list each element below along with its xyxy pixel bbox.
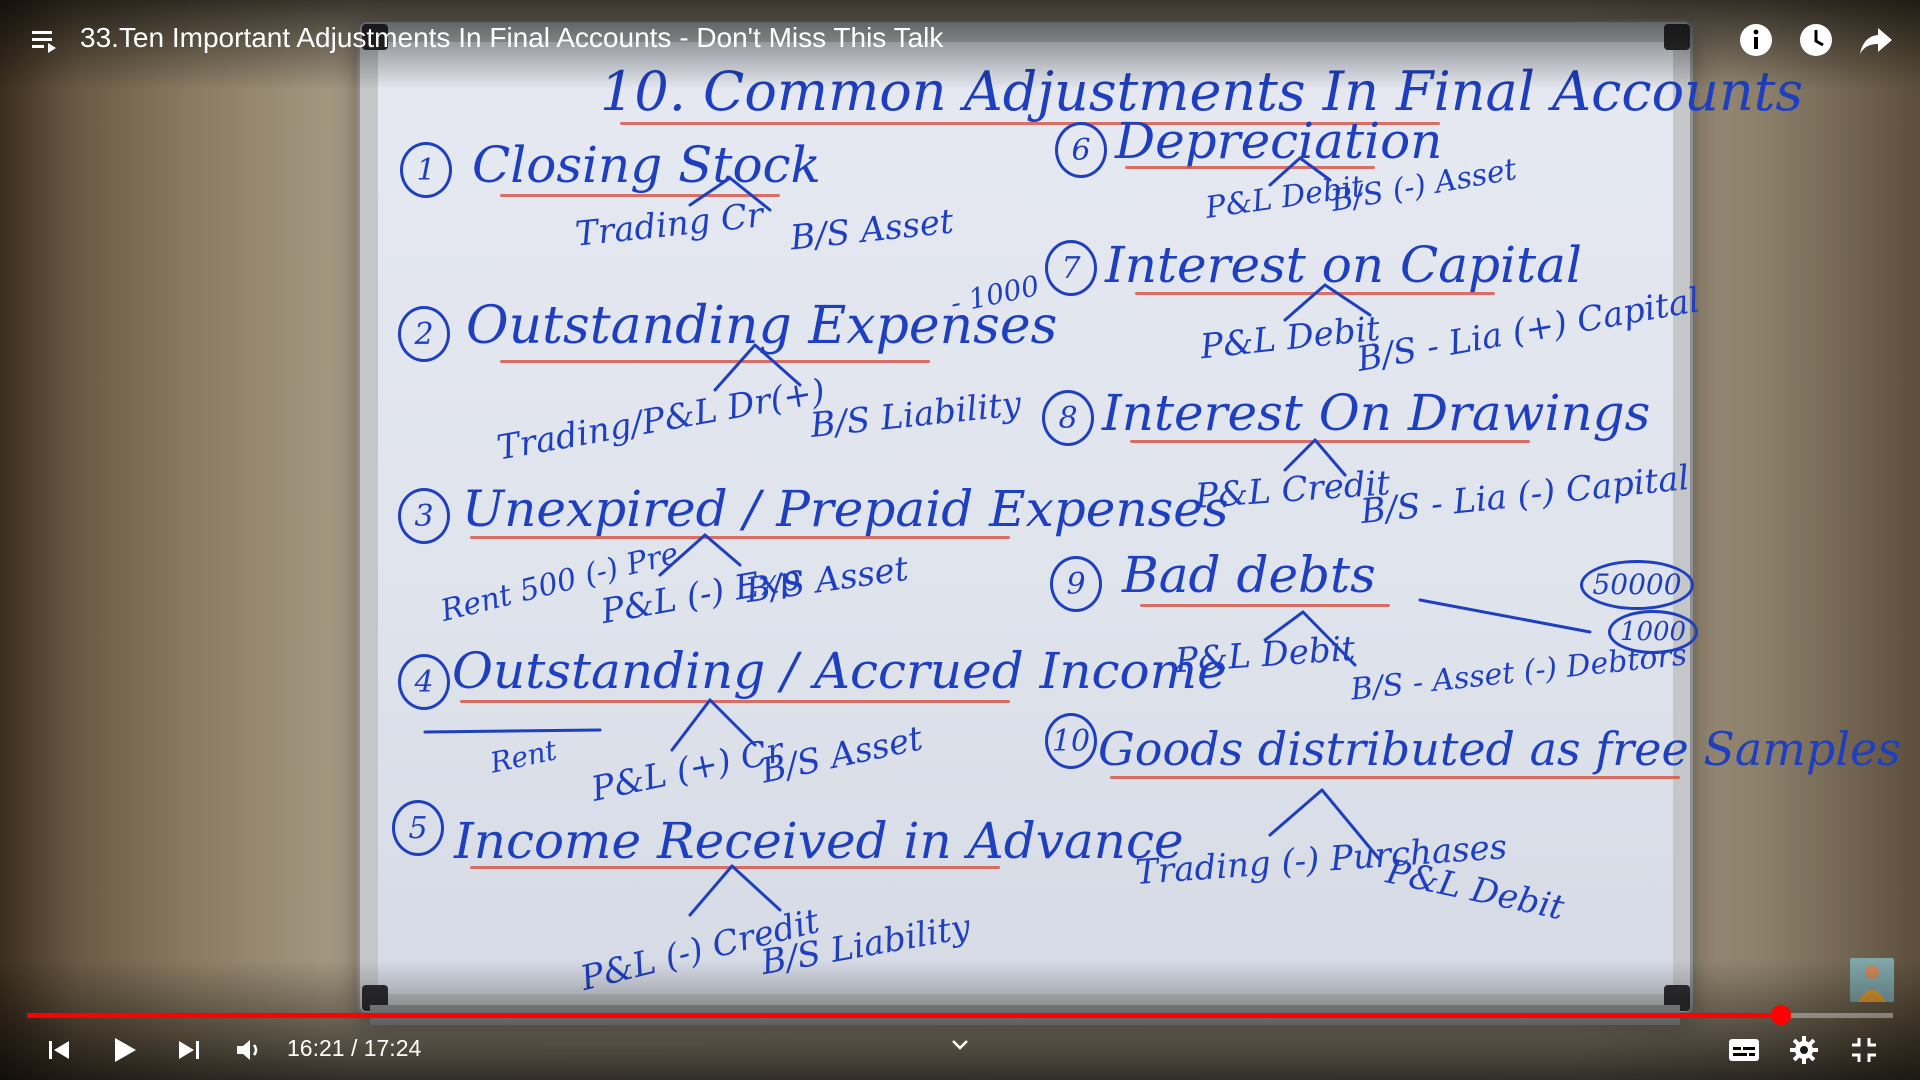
exit-fullscreen-icon[interactable] xyxy=(1840,1028,1888,1072)
connector xyxy=(1283,283,1372,322)
progress-fill xyxy=(27,1013,1782,1018)
connector xyxy=(713,343,802,392)
bottom-bar xyxy=(0,960,1920,1080)
connector xyxy=(1263,610,1357,667)
play-icon[interactable] xyxy=(100,1028,148,1072)
chevron-down-icon[interactable] xyxy=(945,1030,975,1060)
connector xyxy=(670,698,757,752)
share-icon[interactable] xyxy=(1854,18,1898,62)
connector xyxy=(658,533,742,577)
connector xyxy=(1268,156,1332,187)
clock-icon[interactable] xyxy=(1794,18,1838,62)
progress-bar[interactable] xyxy=(27,1013,1893,1018)
scrubber-handle[interactable] xyxy=(1771,1005,1792,1025)
connector xyxy=(688,864,782,917)
next-icon[interactable] xyxy=(165,1028,213,1072)
top-bar: 33.Ten Important Adjustments In Final Ac… xyxy=(0,0,1920,90)
time-display: 16:21 / 17:24 xyxy=(287,1035,422,1061)
captions-icon[interactable] xyxy=(1720,1028,1768,1072)
tree-connectors xyxy=(423,156,1592,917)
volume-icon[interactable] xyxy=(225,1028,273,1072)
connector xyxy=(1283,438,1347,477)
video-frame[interactable]: 10. Common Adjustments In Final Accounts… xyxy=(0,0,1920,1080)
gear-icon[interactable] xyxy=(1780,1028,1828,1072)
playlist-icon[interactable] xyxy=(22,18,66,62)
connector xyxy=(1268,788,1382,862)
info-icon[interactable] xyxy=(1734,18,1778,62)
video-title[interactable]: 33.Ten Important Adjustments In Final Ac… xyxy=(80,22,943,54)
previous-icon[interactable] xyxy=(35,1028,83,1072)
connector xyxy=(688,176,772,212)
connector xyxy=(1418,598,1592,634)
connector xyxy=(423,728,602,734)
